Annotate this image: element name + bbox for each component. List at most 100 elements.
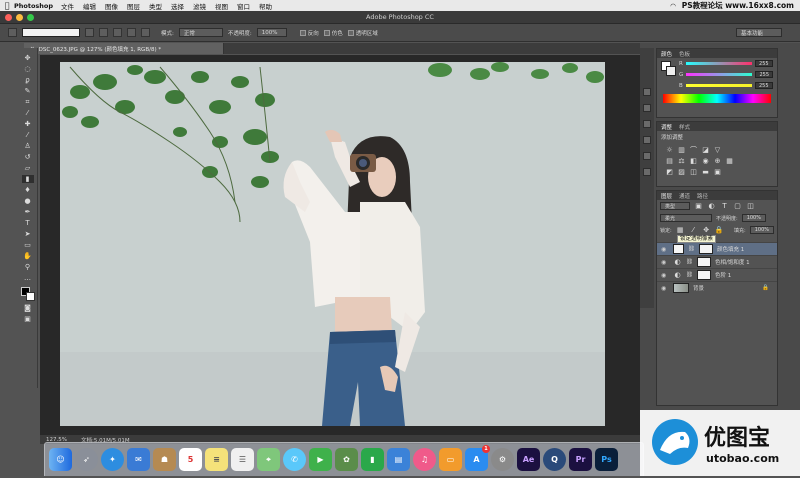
- lock-brush-icon[interactable]: ⁄: [689, 226, 698, 234]
- foreground-background-colors[interactable]: [20, 287, 35, 301]
- tab-swatches[interactable]: 色板: [679, 50, 690, 58]
- wifi-icon[interactable]: ◠: [670, 2, 676, 10]
- visibility-eye-icon[interactable]: ◉: [661, 285, 669, 292]
- layer-mask-thumb[interactable]: [696, 257, 711, 267]
- screen-mode-icon[interactable]: ▣: [22, 315, 34, 323]
- lock-all-icon[interactable]: 🔒: [715, 226, 724, 234]
- tab-layers[interactable]: 图层: [661, 192, 672, 200]
- layer-opacity-input[interactable]: 100%: [741, 214, 766, 222]
- app-store-icon[interactable]: A1: [465, 445, 490, 471]
- layer-mask-thumb[interactable]: [698, 244, 713, 254]
- actions-panel-icon[interactable]: [643, 168, 651, 176]
- character-panel-icon[interactable]: [643, 120, 651, 128]
- tab-color[interactable]: 颜色: [661, 50, 672, 58]
- safari-icon[interactable]: ✦: [101, 448, 124, 471]
- posterize-icon[interactable]: ▨: [677, 168, 686, 176]
- gradient-tool-icon[interactable]: ▮: [21, 175, 34, 183]
- ibooks-icon[interactable]: ▭: [439, 448, 462, 471]
- gradient-picker[interactable]: [22, 28, 80, 37]
- menu-window[interactable]: 窗口: [237, 1, 250, 11]
- red-slider[interactable]: [685, 62, 752, 65]
- history-brush-tool-icon[interactable]: ↺: [22, 153, 34, 161]
- filter-pixel-icon[interactable]: ▣: [694, 202, 703, 210]
- system-preferences-icon[interactable]: ⚙: [491, 448, 514, 471]
- notes-icon[interactable]: ≡: [205, 448, 228, 471]
- close-window-button[interactable]: [5, 14, 12, 21]
- quick-mask-icon[interactable]: ◙: [22, 304, 34, 312]
- vibrance-icon[interactable]: ▽: [713, 146, 722, 154]
- color-balance-icon[interactable]: ⚖: [677, 157, 686, 165]
- opacity-input[interactable]: 100%: [256, 28, 287, 37]
- calendar-icon[interactable]: 5: [179, 448, 202, 471]
- angle-gradient-icon[interactable]: [113, 28, 122, 37]
- threshold-icon[interactable]: ◫: [689, 168, 698, 176]
- channel-mixer-icon[interactable]: ⊕: [713, 157, 722, 165]
- move-tool-icon[interactable]: ✥: [22, 54, 34, 62]
- launchpad-icon[interactable]: ➶: [75, 448, 98, 471]
- pen-tool-icon[interactable]: ✒: [22, 208, 34, 216]
- menu-image[interactable]: 图像: [105, 1, 118, 11]
- hand-tool-icon[interactable]: ✋: [22, 252, 34, 260]
- mode-select[interactable]: 正常: [178, 28, 223, 37]
- filter-shape-icon[interactable]: ▢: [733, 202, 742, 210]
- more-tools-icon[interactable]: …: [22, 274, 34, 282]
- mail-icon[interactable]: ✉: [127, 448, 150, 471]
- brightness-icon[interactable]: ☼: [665, 146, 674, 154]
- layer-name[interactable]: 背景: [693, 284, 704, 292]
- lock-transparent-icon[interactable]: ▦: [676, 226, 685, 234]
- app-menu[interactable]: Photoshop: [14, 2, 53, 10]
- visibility-eye-icon[interactable]: ◉: [661, 246, 669, 253]
- menu-help[interactable]: 帮助: [259, 1, 272, 11]
- gradient-map-icon[interactable]: ▬: [701, 168, 710, 176]
- eraser-tool-icon[interactable]: ▱: [22, 164, 34, 172]
- brush-panel-icon[interactable]: [643, 152, 651, 160]
- clone-stamp-tool-icon[interactable]: ♙: [22, 142, 34, 150]
- fill-input[interactable]: 100%: [749, 226, 774, 234]
- filter-adjustment-icon[interactable]: ◐: [707, 202, 716, 210]
- transparency-checkbox[interactable]: 透明区域: [347, 29, 378, 37]
- dither-checkbox[interactable]: 仿色: [323, 29, 343, 37]
- menu-select[interactable]: 选择: [171, 1, 184, 11]
- menu-edit[interactable]: 编辑: [83, 1, 96, 11]
- zoom-tool-icon[interactable]: ⚲: [22, 263, 34, 271]
- brush-tool-icon[interactable]: ⁄: [22, 131, 34, 139]
- layer-kind-filter[interactable]: 类型: [660, 202, 690, 210]
- linear-gradient-icon[interactable]: [85, 28, 94, 37]
- blue-value-input[interactable]: 255: [754, 82, 773, 89]
- tab-paths[interactable]: 路径: [697, 192, 708, 200]
- marquee-tool-icon[interactable]: ◌: [22, 65, 34, 73]
- filter-smart-icon[interactable]: ◫: [746, 202, 755, 210]
- tab-channels[interactable]: 通道: [679, 192, 690, 200]
- facetime-icon[interactable]: ▶: [309, 448, 332, 471]
- green-value-input[interactable]: 255: [755, 71, 774, 78]
- photos-icon[interactable]: ✿: [335, 448, 358, 471]
- black-white-icon[interactable]: ◧: [689, 157, 698, 165]
- layer-row[interactable]: ◉ 背景 🔒: [657, 281, 777, 294]
- lasso-tool-icon[interactable]: ϼ: [22, 76, 34, 84]
- layer-row[interactable]: ◉ ⛓ 颜色填充 1: [657, 242, 777, 255]
- exposure-icon[interactable]: ◪: [701, 146, 710, 154]
- document-tab[interactable]: × DSC_0623.JPG @ 127% (颜色填充 1, RGB/8) *: [24, 43, 224, 54]
- layer-name[interactable]: 色相/饱和度 1: [715, 258, 750, 266]
- numbers-icon[interactable]: ▮: [361, 448, 384, 471]
- apple-icon[interactable]: : [0, 1, 14, 10]
- minimize-window-button[interactable]: [16, 14, 23, 21]
- quick-select-tool-icon[interactable]: ✎: [22, 87, 34, 95]
- workspace-select[interactable]: 基本功能: [736, 28, 782, 37]
- menu-file[interactable]: 文件: [61, 1, 74, 11]
- after-effects-icon[interactable]: Ae: [517, 448, 540, 471]
- zoom-window-button[interactable]: [27, 14, 34, 21]
- green-slider[interactable]: [686, 73, 753, 76]
- photoshop-icon[interactable]: Ps: [595, 448, 618, 471]
- layer-name[interactable]: 颜色填充 1: [717, 245, 744, 253]
- tab-styles[interactable]: 样式: [679, 123, 690, 131]
- crop-tool-icon[interactable]: ⌗: [22, 98, 34, 106]
- contacts-icon[interactable]: ☗: [153, 448, 176, 471]
- maps-icon[interactable]: ⌖: [257, 448, 280, 471]
- menu-view[interactable]: 视图: [215, 1, 228, 11]
- menu-filter[interactable]: 滤镜: [193, 1, 206, 11]
- menu-type[interactable]: 类型: [149, 1, 162, 11]
- blend-mode-select[interactable]: 柔光: [660, 214, 712, 222]
- tool-preset-icon[interactable]: [8, 28, 17, 37]
- rectangle-tool-icon[interactable]: ▭: [22, 241, 34, 249]
